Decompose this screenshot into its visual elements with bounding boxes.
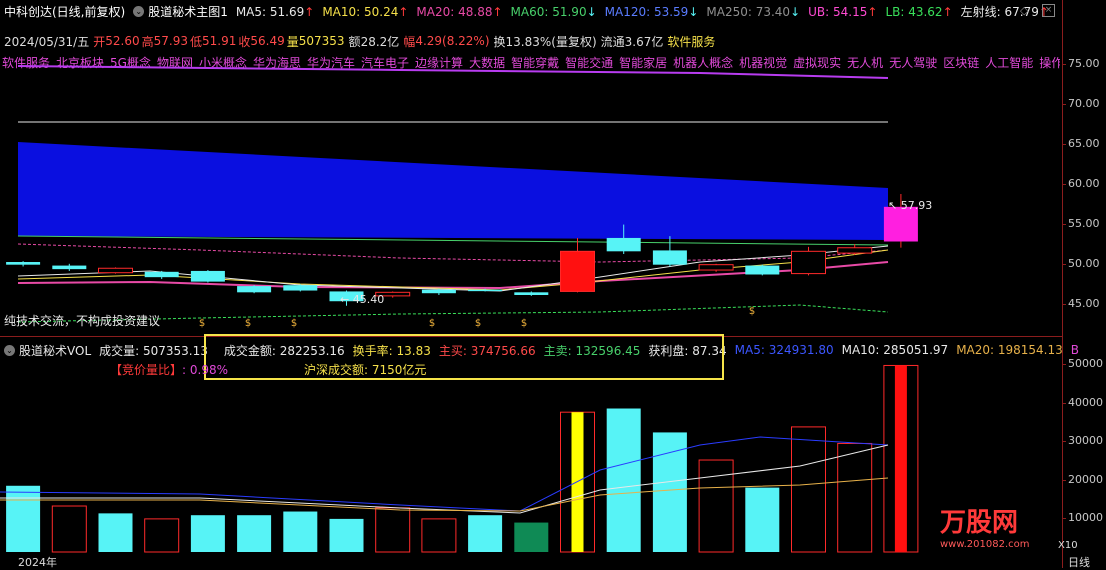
moneybag-icon[interactable]: $: [746, 306, 758, 318]
candle-body[interactable]: [606, 237, 641, 252]
volume-bars-group: [6, 364, 919, 553]
volume-bar[interactable]: [791, 426, 826, 553]
volume-bar[interactable]: [606, 408, 641, 552]
low-price-value: 45.40: [352, 293, 385, 306]
last-price-value: 57.93: [900, 199, 933, 212]
highlight-box: [204, 334, 724, 380]
volume-axis-tick: 40000: [1062, 395, 1103, 409]
disclaimer-text: 纯技术交流，不构成投资建议: [4, 314, 161, 328]
price-axis-tick: 60.00: [1062, 177, 1100, 190]
volume-bar[interactable]: [6, 485, 41, 552]
volume-indicator-options-icon[interactable]: ⌄: [4, 344, 15, 356]
vol-ma5: MA5: 324931.80: [734, 343, 834, 357]
moneybag-icon[interactable]: $: [518, 318, 530, 330]
candle-body[interactable]: [514, 292, 549, 295]
volume-bar[interactable]: [837, 442, 873, 553]
watermark-text: 万股网: [940, 508, 1019, 538]
scale-label: X10: [1058, 540, 1078, 551]
candle-body[interactable]: [468, 289, 503, 292]
moneybag-icon[interactable]: $: [288, 318, 300, 330]
vol-b: B: [1070, 343, 1080, 357]
auction-value: : 0.98%: [182, 363, 228, 377]
cloud-band: [18, 142, 888, 240]
candle-body[interactable]: [237, 286, 272, 293]
price-axis-tick: 45.00: [1062, 297, 1100, 310]
volume-bar[interactable]: [98, 513, 133, 552]
price-axis-tick: 50.00: [1062, 257, 1100, 270]
volume-bar[interactable]: [421, 518, 457, 553]
price-axis-tick: 70.00: [1062, 97, 1100, 110]
axis-separator: [1062, 0, 1063, 568]
last-price-marker: ↖ 57.93: [888, 199, 933, 212]
candle-body[interactable]: [791, 250, 826, 275]
volume-bar[interactable]: [745, 487, 780, 552]
candle-body[interactable]: [52, 265, 87, 270]
volume-axis-tick: 30000: [1062, 434, 1103, 447]
auction-ratio: 【竞价量比】: 0.98%: [110, 361, 228, 378]
volume-axis-tick: 50000: [1062, 357, 1103, 370]
main-chart-canvas[interactable]: [0, 0, 1062, 568]
candle-body[interactable]: [698, 264, 734, 271]
candle-body[interactable]: [144, 271, 179, 278]
candle-body[interactable]: [745, 265, 780, 275]
volume-bar[interactable]: [237, 515, 272, 552]
volume-bar-highlight: [894, 365, 907, 552]
volume-bar[interactable]: [698, 459, 734, 553]
ub-line: [17, 243, 889, 263]
volume-axis-tick: 10000: [1062, 511, 1103, 524]
volume-bar-highlight: [571, 412, 584, 552]
price-axis-tick: 75.00: [1062, 57, 1100, 70]
candle-body[interactable]: [652, 250, 687, 265]
volume-indicator-name[interactable]: 股道秘术VOL: [19, 342, 91, 359]
candle-body[interactable]: [283, 285, 318, 291]
auction-label: 【竞价量比】: [110, 363, 183, 377]
candle-body[interactable]: [6, 262, 41, 265]
market-total-amount: 沪深成交额: 7150亿元: [304, 363, 427, 377]
volume-bar[interactable]: [283, 511, 318, 552]
candle-body[interactable]: [883, 206, 918, 242]
vol-ma20: MA20: 198154.13: [956, 343, 1063, 357]
candle-body[interactable]: [190, 270, 225, 282]
watermark-logo: 万股网 www.201082.com: [940, 502, 1030, 550]
candle-body[interactable]: [560, 250, 595, 292]
ma250-line: [17, 65, 889, 79]
volume-bar[interactable]: [468, 515, 503, 552]
moneybag-icon[interactable]: $: [472, 318, 484, 330]
volume-bar[interactable]: [375, 507, 411, 553]
volume-value: 成交量: 507353.13: [99, 343, 208, 358]
moneybag-icon[interactable]: $: [196, 318, 208, 330]
candle-body[interactable]: [98, 267, 133, 274]
price-axis-tick: 55.00: [1062, 217, 1100, 230]
volume-bar[interactable]: [652, 432, 687, 552]
vol-ma10: MA10: 285051.97: [841, 343, 949, 357]
volume-axis-tick: 20000: [1062, 472, 1103, 486]
candle-body[interactable]: [837, 247, 873, 254]
volume-bar[interactable]: [190, 515, 225, 552]
moneybag-icon[interactable]: $: [242, 318, 254, 330]
volume-bar[interactable]: [329, 518, 364, 552]
volume-bar[interactable]: [514, 522, 549, 552]
moneybag-icon[interactable]: $: [426, 318, 438, 330]
watermark-url: www.201082.com: [940, 539, 1030, 550]
low-price-marker: ← 45.40: [340, 293, 385, 306]
price-axis-tick: 65.00: [1062, 137, 1100, 150]
volume-bar[interactable]: [144, 518, 180, 553]
volume-bar[interactable]: [51, 505, 87, 553]
candle-body[interactable]: [421, 289, 456, 294]
